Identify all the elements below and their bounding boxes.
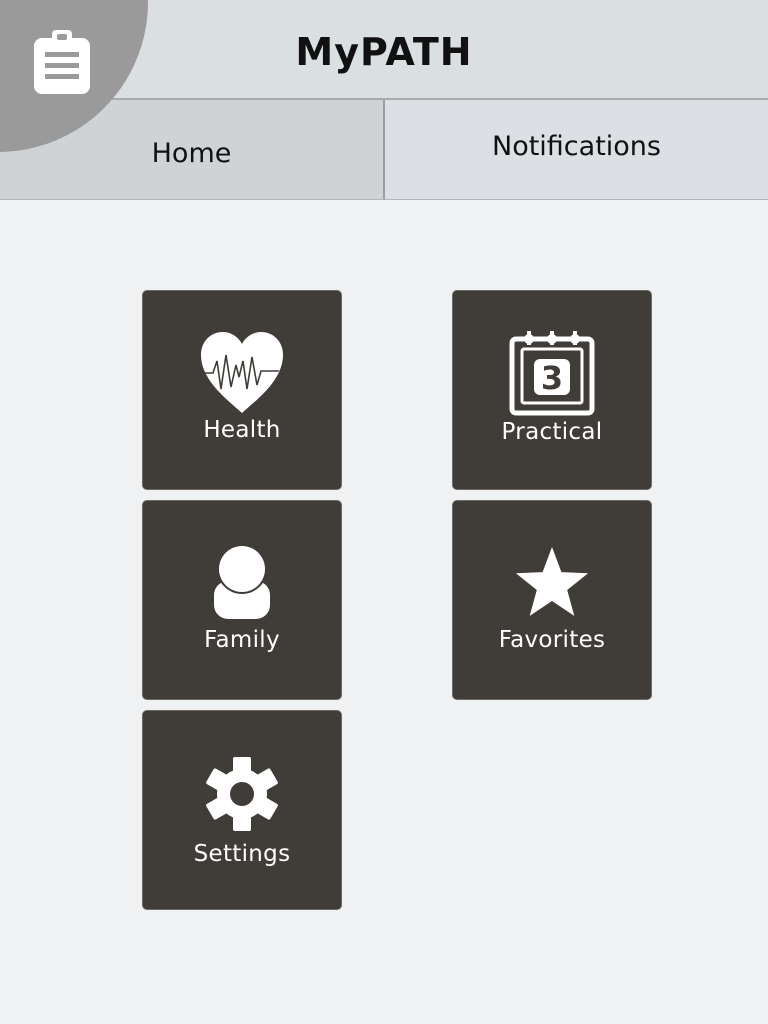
tile-practical-label: Practical — [501, 419, 603, 445]
tile-family-label: Family — [204, 627, 280, 653]
tab-notifications-label: Notifications — [492, 131, 661, 162]
clipboard-icon[interactable] — [32, 30, 92, 96]
tile-settings-label: Settings — [193, 841, 291, 867]
tile-favorites[interactable]: Favorites — [452, 500, 652, 700]
tile-settings[interactable]: Settings — [142, 710, 342, 910]
tab-home-label: Home — [151, 138, 232, 169]
tile-health-label: Health — [203, 417, 281, 443]
tile-health[interactable]: Health — [142, 290, 342, 490]
gear-icon — [206, 757, 278, 831]
app-screen: MyPATH Home Notifications Health 3 Pract… — [0, 0, 768, 1024]
tab-bar: Home Notifications — [0, 100, 768, 200]
tab-notifications[interactable]: Notifications — [385, 100, 768, 200]
tile-practical[interactable]: 3 Practical — [452, 290, 652, 490]
calendar-icon: 3 — [509, 331, 595, 416]
tile-favorites-label: Favorites — [498, 627, 606, 653]
tile-family[interactable]: Family — [142, 500, 342, 700]
heart-pulse-icon — [201, 332, 283, 413]
star-icon — [515, 547, 589, 616]
calendar-day-number: 3 — [541, 359, 563, 397]
person-icon — [214, 544, 270, 619]
